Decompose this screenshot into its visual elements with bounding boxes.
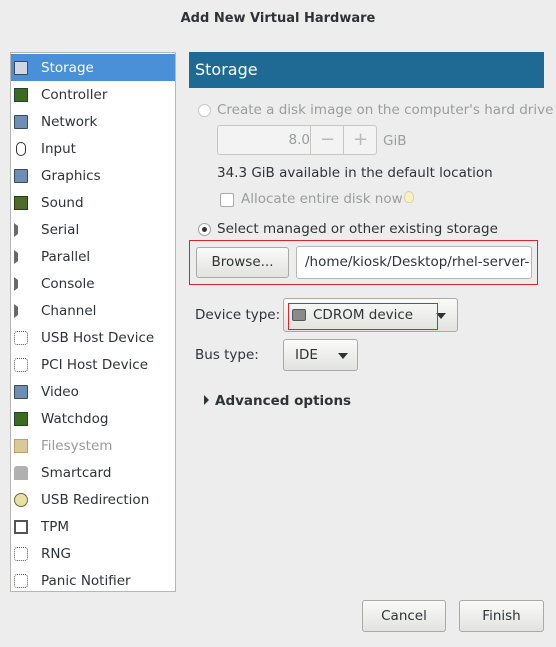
sidebar-item-label: PCI Host Device: [41, 356, 149, 373]
parallel-icon: [14, 249, 28, 264]
available-space-text: 34.3 GiB available in the default locati…: [217, 165, 493, 181]
sidebar-item-label: Graphics: [41, 167, 101, 184]
sidebar-item-serial[interactable]: Serial: [11, 216, 175, 243]
sidebar-item-label: USB Redirection: [41, 491, 150, 508]
disk-size-spinner[interactable]: 8.0 − +: [217, 125, 377, 155]
controller-icon: [14, 87, 28, 102]
sidebar-item-watchdog[interactable]: Watchdog: [11, 405, 175, 432]
console-icon: [14, 276, 28, 291]
sidebar-item-video[interactable]: Video: [11, 378, 175, 405]
window-title: Add New Virtual Hardware: [180, 11, 376, 26]
allocate-disk-checkbox[interactable]: [220, 193, 234, 207]
expander-arrow-icon[interactable]: [204, 395, 209, 405]
disk-size-unit: GiB: [383, 133, 407, 149]
create-disk-label: Create a disk image on the computer's ha…: [217, 102, 554, 118]
watchdog-icon: [14, 411, 28, 426]
storage-path-input[interactable]: /home/kiosk/Desktop/rhel-server-: [296, 246, 532, 279]
sidebar-item-console[interactable]: Console: [11, 270, 175, 297]
sidebar-item-storage[interactable]: Storage: [11, 54, 175, 81]
sidebar-item-graphics[interactable]: Graphics: [11, 162, 175, 189]
allocate-disk-label: Allocate entire disk now: [241, 191, 403, 207]
highlight-box: [288, 303, 438, 330]
sidebar-item-label: Controller: [41, 86, 108, 103]
sidebar-item-network[interactable]: Network: [11, 108, 175, 135]
sidebar-item-controller[interactable]: Controller: [11, 81, 175, 108]
sidebar-item-label: Parallel: [41, 248, 91, 265]
select-storage-label: Select managed or other existing storage: [217, 221, 498, 237]
increment-button[interactable]: +: [343, 126, 377, 154]
serial-icon: [14, 222, 28, 237]
sidebar-item-label: Smartcard: [41, 464, 112, 481]
bus-type-select[interactable]: IDE: [283, 339, 358, 371]
graphics-icon: [14, 168, 28, 183]
sidebar-item-label: Sound: [41, 194, 84, 211]
sidebar-item-label: Serial: [41, 221, 80, 238]
usb-icon: [14, 330, 28, 345]
sidebar-item-channel[interactable]: Channel: [11, 297, 175, 324]
sidebar-item-label: Filesystem: [41, 437, 113, 454]
create-disk-radio[interactable]: [198, 104, 211, 117]
device-type-label: Device type:: [195, 307, 281, 323]
sidebar-item-pci-host-device[interactable]: PCI Host Device: [11, 351, 175, 378]
pci-icon: [14, 357, 28, 372]
mouse-icon: [16, 141, 26, 156]
sidebar-item-label: Network: [41, 113, 98, 130]
sidebar-item-sound[interactable]: Sound: [11, 189, 175, 216]
bus-type-value: IDE: [295, 347, 318, 363]
storage-icon: [14, 60, 28, 75]
section-header: Storage: [189, 52, 544, 88]
browse-button[interactable]: Browse...: [196, 247, 289, 278]
disk-size-value[interactable]: 8.0: [218, 126, 310, 154]
network-icon: [14, 114, 28, 129]
sidebar-item-tpm[interactable]: TPM: [11, 513, 175, 540]
sidebar-item-usb-host-device[interactable]: USB Host Device: [11, 324, 175, 351]
sidebar-item-label: Console: [41, 275, 95, 292]
sidebar-item-label: RNG: [41, 545, 71, 562]
cancel-button[interactable]: Cancel: [362, 600, 446, 632]
sidebar-item-label: Storage: [41, 59, 94, 76]
folder-icon: [14, 438, 28, 453]
channel-icon: [14, 303, 28, 318]
sidebar-item-label: USB Host Device: [41, 329, 155, 346]
sound-icon: [14, 195, 28, 210]
bus-type-label: Bus type:: [195, 347, 259, 363]
finish-button[interactable]: Finish: [459, 600, 544, 632]
sidebar-item-label: Watchdog: [41, 410, 109, 427]
panic-notifier-icon: [14, 573, 28, 588]
rng-icon: [14, 546, 28, 561]
sidebar-item-rng[interactable]: RNG: [11, 540, 175, 567]
sidebar-item-usb-redirection[interactable]: USB Redirection: [11, 486, 175, 513]
advanced-options-expander[interactable]: Advanced options: [215, 393, 351, 409]
sidebar-item-panic-notifier[interactable]: Panic Notifier: [11, 567, 175, 594]
usb-redirection-icon: [14, 492, 28, 507]
sidebar-item-label: Panic Notifier: [41, 572, 131, 589]
sidebar-item-parallel[interactable]: Parallel: [11, 243, 175, 270]
select-storage-radio[interactable]: [198, 223, 211, 236]
sidebar-item-label: Input: [41, 140, 76, 157]
smartcard-icon: [14, 465, 28, 480]
hardware-type-list: Storage Controller Network Input Graphic…: [10, 52, 176, 592]
chevron-down-icon: [338, 353, 348, 359]
lightbulb-icon: [404, 191, 414, 203]
sidebar-item-input[interactable]: Input: [11, 135, 175, 162]
sidebar-item-label: TPM: [41, 518, 70, 535]
sidebar-item-label: Channel: [41, 302, 97, 319]
sidebar-item-smartcard[interactable]: Smartcard: [11, 459, 175, 486]
decrement-button[interactable]: −: [310, 126, 344, 154]
sidebar-item-filesystem: Filesystem: [11, 432, 175, 459]
video-icon: [14, 384, 28, 399]
chip-icon: [14, 519, 28, 534]
sidebar-item-label: Video: [41, 383, 79, 400]
